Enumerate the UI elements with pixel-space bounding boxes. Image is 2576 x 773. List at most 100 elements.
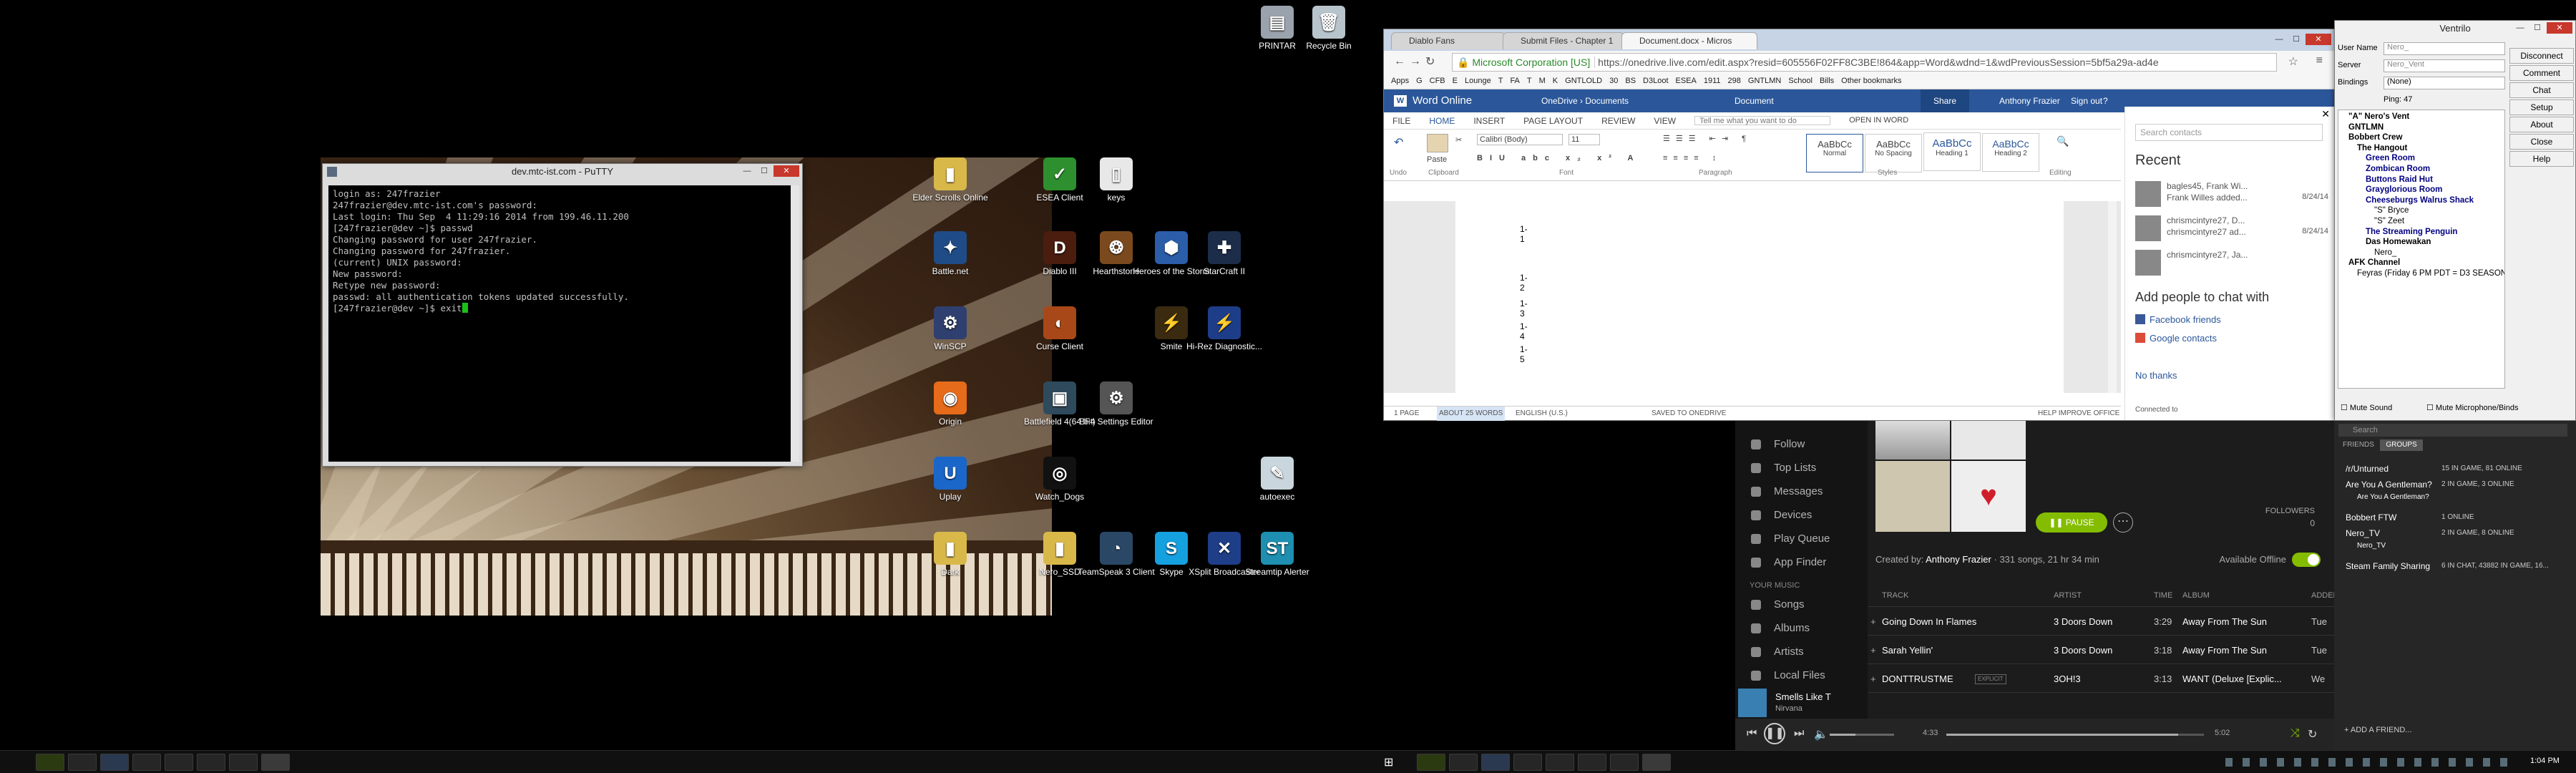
recent-item[interactable]: chrismcintyre27, Ja... (2135, 247, 2328, 281)
steam-search-input[interactable]: Search (2338, 424, 2567, 437)
server-select[interactable]: Nero_Vent (2384, 59, 2505, 72)
desktop-icon[interactable]: ▮ Elder Scrolls Online (911, 157, 990, 203)
undo-icon[interactable]: ↶ (1394, 135, 1403, 150)
taskbar-spotify[interactable] (36, 754, 64, 771)
desktop-icon[interactable]: 🗑 Recycle Bin (1289, 6, 1368, 51)
your-music-item[interactable]: Songs (1735, 593, 1868, 616)
mute-mic-checkbox[interactable]: ☐ Mute Microphone/Binds (2426, 403, 2518, 412)
steam-group-item[interactable]: Nero_TV 2 IN GAME, 8 ONLINE (2334, 525, 2576, 541)
style-no-spacing[interactable]: AaBbCc No Spacing (1865, 134, 1922, 172)
taskbar-chrome[interactable] (165, 754, 193, 771)
find-icon[interactable]: 🔍 (2057, 135, 2069, 147)
chrome-window[interactable]: Diablo Fans Submit Files - Chapter 1 Doc… (1383, 29, 2336, 421)
document-line[interactable]: 1-4 (1520, 321, 1528, 341)
taskbar-winscp-2[interactable] (1513, 754, 1542, 771)
tell-me-input[interactable]: Tell me what you want to do (1694, 116, 1831, 125)
desktop-icon[interactable]: ⚙ BF4 Settings Editor (1077, 381, 1156, 427)
ribbon-tab-view[interactable]: VIEW (1654, 116, 1676, 126)
channel-tree-item[interactable]: Cheeseburgs Walrus Shack (2341, 195, 2502, 206)
previous-icon[interactable]: ⏮ (1747, 727, 1757, 740)
channel-tree-item[interactable]: Zombican Room (2341, 164, 2502, 175)
document-scrollbar[interactable] (2108, 201, 2117, 393)
desktop-icon[interactable]: ▯ keys (1077, 157, 1156, 203)
volume-icon[interactable]: 🔈 (1814, 727, 1828, 742)
close-pane-icon[interactable]: ✕ (2321, 108, 2330, 120)
facebook-friends-link[interactable]: Facebook friends (2135, 314, 2221, 325)
no-thanks-link[interactable]: No thanks (2135, 370, 2177, 381)
desktop-icon[interactable]: ◉ Origin (911, 381, 990, 427)
track-row[interactable]: + Sarah Yellin' 3 Doors Down 3:18 Away From … (1868, 637, 2336, 664)
bookmark-item[interactable]: K (1553, 77, 1558, 86)
close-button[interactable]: Close (2509, 134, 2574, 150)
header-time[interactable]: TIME (2154, 591, 2172, 600)
desktop-icon[interactable]: ◎ Watch_Dogs (1020, 457, 1099, 502)
spotify-nav-item[interactable]: Devices (1735, 503, 1868, 527)
bookmark-item[interactable]: T (1498, 77, 1503, 86)
mute-sound-checkbox[interactable]: ☐ Mute Sound (2341, 403, 2392, 412)
recent-item[interactable]: bagles45, Frank Wi... Frank Willes added.… (2135, 178, 2328, 213)
maximize-button[interactable]: ☐ (756, 165, 772, 177)
bookmark-item[interactable]: Bills (1820, 77, 1834, 86)
bookmark-item[interactable]: 30 (1609, 77, 1618, 86)
bookmark-item[interactable]: 298 (1728, 77, 1741, 86)
desktop-icon[interactable]: ▮ Dark (911, 532, 990, 577)
spotify-nav-item[interactable]: Top Lists (1735, 456, 1868, 480)
forward-icon[interactable]: → (1410, 55, 1421, 68)
help-button[interactable]: ? (2103, 89, 2108, 112)
word-app-name[interactable]: Word Online (1413, 89, 1472, 112)
disconnect-button[interactable]: Disconnect (2509, 48, 2574, 64)
tab-submit-files[interactable]: Submit Files - Chapter 1 (1503, 32, 1624, 49)
steam-group-item[interactable]: Bobbert FTW 1 ONLINE (2334, 510, 2576, 525)
bookmark-item[interactable]: D3Loot (1643, 77, 1668, 86)
styles-gallery[interactable]: AaBbCc Normal AaBbCc No Spacing AaBbCc Headin… (1806, 132, 2041, 172)
setup-button[interactable]: Setup (2509, 99, 2574, 115)
desktop-icon[interactable]: ✦ Battle.net (911, 231, 990, 276)
ribbon-tab-home[interactable]: HOME (1429, 116, 1455, 126)
taskbar-chrome-2[interactable] (1546, 754, 1574, 771)
add-track-icon[interactable]: + (1870, 637, 1876, 664)
minimize-button[interactable]: — (2271, 34, 2287, 45)
channel-tree-item[interactable]: "S" Zeet (2341, 216, 2502, 227)
taskbar-steam[interactable] (197, 754, 225, 771)
bookmark-item[interactable]: GNTLOLD (1565, 77, 1602, 86)
document-canvas[interactable]: 1-1 1-2 1-3 1-4 1-5 (1384, 201, 2121, 393)
minimize-button[interactable]: — (739, 165, 755, 177)
spotify-nav-item[interactable]: Follow (1735, 432, 1868, 456)
channel-tree-item[interactable]: AFK Channel (2341, 258, 2502, 268)
document-line[interactable]: 1-1 (1520, 224, 1528, 244)
bookmark-item[interactable]: Other bookmarks (1841, 77, 1901, 86)
help-button[interactable]: Help (2509, 151, 2574, 167)
steam-group-item[interactable]: Are You A Gentleman? (2334, 492, 2576, 502)
taskbar-steam-2[interactable] (1578, 754, 1606, 771)
star-icon[interactable]: ☆ (2288, 54, 2298, 69)
bookmark-item[interactable]: GNTLMN (1748, 77, 1781, 86)
style-normal[interactable]: AaBbCc Normal (1806, 134, 1863, 172)
offline-toggle[interactable] (2292, 553, 2321, 567)
add-track-icon[interactable]: + (1870, 666, 1876, 693)
ventrilo-window[interactable]: Ventrilo — ☐ ✕ User Name Nero_ Server Nero… (2334, 20, 2576, 421)
header-track[interactable]: TRACK (1882, 591, 1908, 600)
document-line[interactable]: 1-5 (1520, 344, 1528, 364)
pause-button[interactable]: ❚❚ PAUSE (2036, 512, 2107, 533)
close-button[interactable]: ✕ (2547, 22, 2572, 34)
steam-group-item[interactable]: Are You A Gentleman? 2 IN GAME, 3 ONLINE (2334, 477, 2576, 492)
taskbar-explorer-2[interactable] (1481, 754, 1510, 771)
channel-tree-item[interactable]: Das Homewakan (2341, 237, 2502, 248)
bookmark-item[interactable]: BS (1625, 77, 1636, 86)
share-button[interactable]: Share (1921, 89, 1970, 112)
more-button[interactable]: ⋯ (2113, 512, 2133, 533)
contact-search-input[interactable]: Search contacts (2135, 124, 2323, 141)
user-name[interactable]: Anthony Frazier (1999, 89, 2060, 112)
steam-friends-window[interactable]: Search FRIENDS GROUPS /r/Unturned 15 IN … (2334, 421, 2576, 750)
bookmark-item[interactable]: CFB (1430, 77, 1445, 86)
signout-link[interactable]: Sign out (2071, 89, 2102, 112)
bindings-select[interactable]: (None) (2384, 77, 2505, 89)
channel-tree-item[interactable]: The Hangout (2341, 143, 2502, 154)
track-artist[interactable]: 3OH!3 (2054, 666, 2081, 693)
channel-tree-item[interactable]: Buttons Raid Hut (2341, 175, 2502, 185)
back-icon[interactable]: ← (1394, 55, 1405, 68)
start-button[interactable]: ⊞ (1384, 755, 1397, 769)
volume-slider[interactable] (1830, 734, 1894, 736)
taskbar-winscp[interactable] (132, 754, 161, 771)
terminal-output[interactable]: login as: 247frazier 247frazier@dev.mtc-i… (328, 185, 791, 462)
